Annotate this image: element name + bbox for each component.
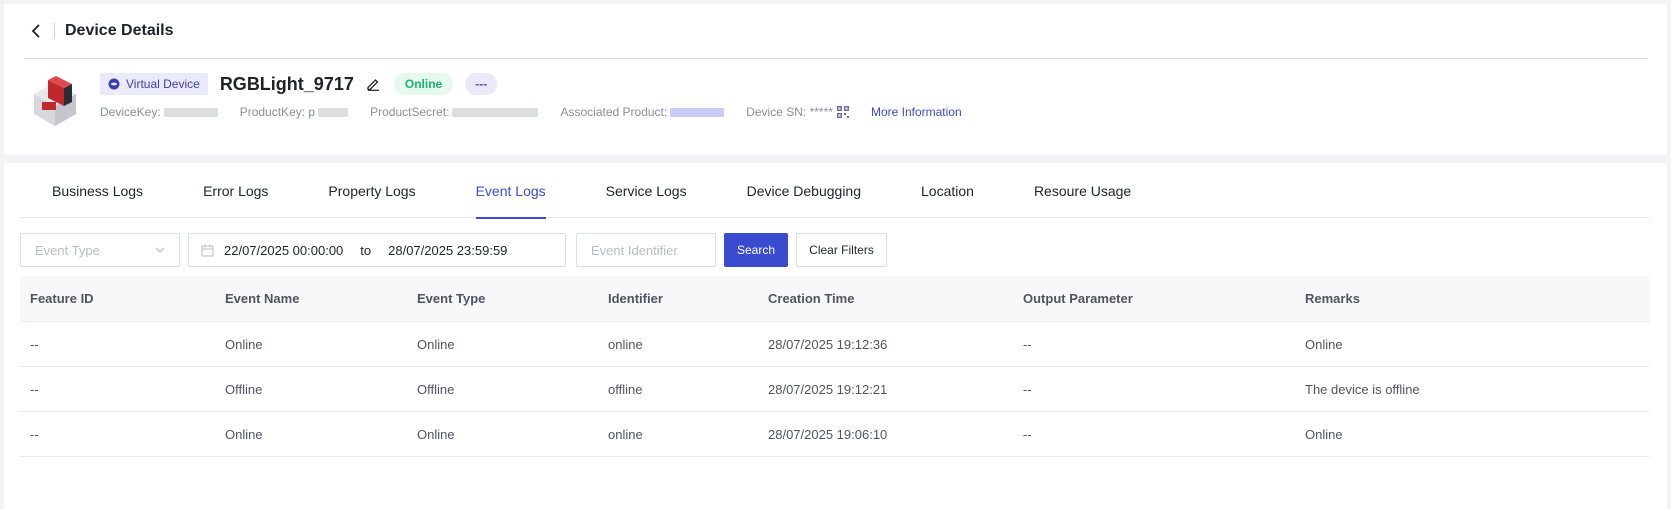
virtual-device-label: Virtual Device (126, 77, 200, 91)
device-key-label: DeviceKey: (100, 105, 161, 119)
search-button[interactable]: Search (724, 233, 788, 267)
device-sn-label: Device SN: (746, 105, 807, 119)
cell-remarks: The device is offline (1305, 381, 1420, 397)
column-header-feature-id: Feature ID (30, 291, 94, 306)
tab-property-logs[interactable]: Property Logs (328, 163, 415, 218)
cell-remarks: Online (1305, 426, 1343, 442)
date-range-separator: to (360, 242, 372, 258)
table-header: Feature ID Event Name Event Type Identif… (20, 276, 1650, 322)
device-sn-meta: Device SN: ***** (746, 105, 849, 119)
virtual-device-icon (108, 78, 120, 90)
column-header-remarks: Remarks (1305, 291, 1360, 306)
online-status-badge: Online (393, 73, 454, 95)
table-row: -- Online Online online 28/07/2025 19:06… (20, 412, 1650, 457)
page-title: Device Details (65, 22, 174, 39)
date-range-picker[interactable]: 22/07/2025 00:00:00 to 28/07/2025 23:59:… (188, 233, 566, 267)
device-key-meta: DeviceKey: (100, 105, 218, 119)
more-options-button[interactable]: --- (465, 73, 498, 95)
qr-code-icon[interactable] (836, 106, 849, 118)
associated-product-meta: Associated Product: (560, 105, 725, 119)
tab-location[interactable]: Location (921, 163, 974, 218)
tab-business-logs[interactable]: Business Logs (52, 163, 143, 218)
event-type-select[interactable]: Event Type (20, 233, 180, 267)
column-header-creation-time: Creation Time (768, 291, 855, 306)
cell-identifier: online (608, 426, 643, 442)
column-header-identifier: Identifier (608, 291, 663, 306)
column-header-event-name: Event Name (225, 291, 300, 306)
log-tabs: Business Logs Error Logs Property Logs E… (20, 163, 1650, 219)
tab-event-logs[interactable]: Event Logs (475, 163, 546, 219)
device-cube-icon (30, 72, 80, 128)
cell-output-parameter: -- (1023, 381, 1032, 397)
table-row: -- Online Online online 28/07/2025 19:12… (20, 322, 1650, 367)
associated-product-redacted[interactable] (670, 107, 725, 117)
cell-feature-id: -- (30, 381, 39, 397)
table-row: -- Offline Offline offline 28/07/2025 19… (20, 367, 1650, 412)
cell-identifier: offline (608, 381, 643, 397)
virtual-device-tag: Virtual Device (100, 73, 208, 95)
cell-remarks: Online (1305, 336, 1343, 352)
device-meta-row: DeviceKey: ProductKey: p ProductSecret: … (100, 105, 962, 119)
device-summary-card: Device Details Virtual Device RGBLight_9… (4, 4, 1667, 155)
cell-output-parameter: -- (1023, 336, 1032, 352)
header-divider (54, 23, 55, 39)
cell-creation-time: 28/07/2025 19:12:21 (768, 381, 888, 397)
product-secret-meta: ProductSecret: (370, 105, 539, 119)
product-key-prefix: p (308, 105, 316, 119)
device-sn-value: ***** (809, 105, 833, 119)
product-secret-label: ProductSecret: (370, 105, 450, 119)
logs-card: Business Logs Error Logs Property Logs E… (4, 163, 1667, 509)
cell-output-parameter: -- (1023, 426, 1032, 442)
product-key-label: ProductKey: (239, 105, 306, 119)
cell-event-name: Online (225, 336, 263, 352)
event-type-placeholder: Event Type (35, 242, 100, 258)
cell-identifier: online (608, 336, 643, 352)
cell-event-type: Online (417, 426, 455, 442)
page-header: Device Details (24, 4, 1648, 59)
tab-error-logs[interactable]: Error Logs (203, 163, 268, 218)
tab-device-debugging[interactable]: Device Debugging (747, 163, 861, 218)
clear-filters-button[interactable]: Clear Filters (796, 233, 887, 267)
tab-resource-usage[interactable]: Resoure Usage (1034, 163, 1131, 218)
back-arrow-icon[interactable] (26, 21, 46, 41)
start-date-input[interactable]: 22/07/2025 00:00:00 (224, 243, 343, 258)
edit-pencil-icon[interactable] (366, 77, 380, 91)
cell-event-name: Online (225, 426, 263, 442)
more-information-link[interactable]: More Information (871, 105, 962, 119)
product-key-meta: ProductKey: p (239, 105, 349, 119)
device-key-redacted (163, 107, 218, 117)
cell-creation-time: 28/07/2025 19:06:10 (768, 426, 888, 442)
product-secret-redacted (452, 107, 539, 117)
end-date-input[interactable]: 28/07/2025 23:59:59 (388, 243, 507, 258)
product-key-redacted (318, 107, 349, 117)
associated-product-label: Associated Product: (560, 105, 668, 119)
column-header-output-parameter: Output Parameter (1023, 291, 1133, 306)
cell-event-name: Offline (225, 381, 263, 397)
cell-creation-time: 28/07/2025 19:12:36 (768, 336, 888, 352)
chevron-down-icon (155, 247, 165, 253)
calendar-icon (201, 244, 214, 257)
event-identifier-input[interactable]: Event Identifier (576, 233, 716, 267)
cell-event-type: Online (417, 336, 455, 352)
event-identifier-placeholder: Event Identifier (591, 242, 678, 258)
event-logs-table: Feature ID Event Name Event Type Identif… (20, 276, 1650, 457)
cell-feature-id: -- (30, 336, 39, 352)
cell-feature-id: -- (30, 426, 39, 442)
column-header-event-type: Event Type (417, 291, 486, 306)
cell-event-type: Offline (417, 381, 455, 397)
device-name: RGBLight_9717 (219, 73, 354, 94)
tab-service-logs[interactable]: Service Logs (606, 163, 687, 218)
